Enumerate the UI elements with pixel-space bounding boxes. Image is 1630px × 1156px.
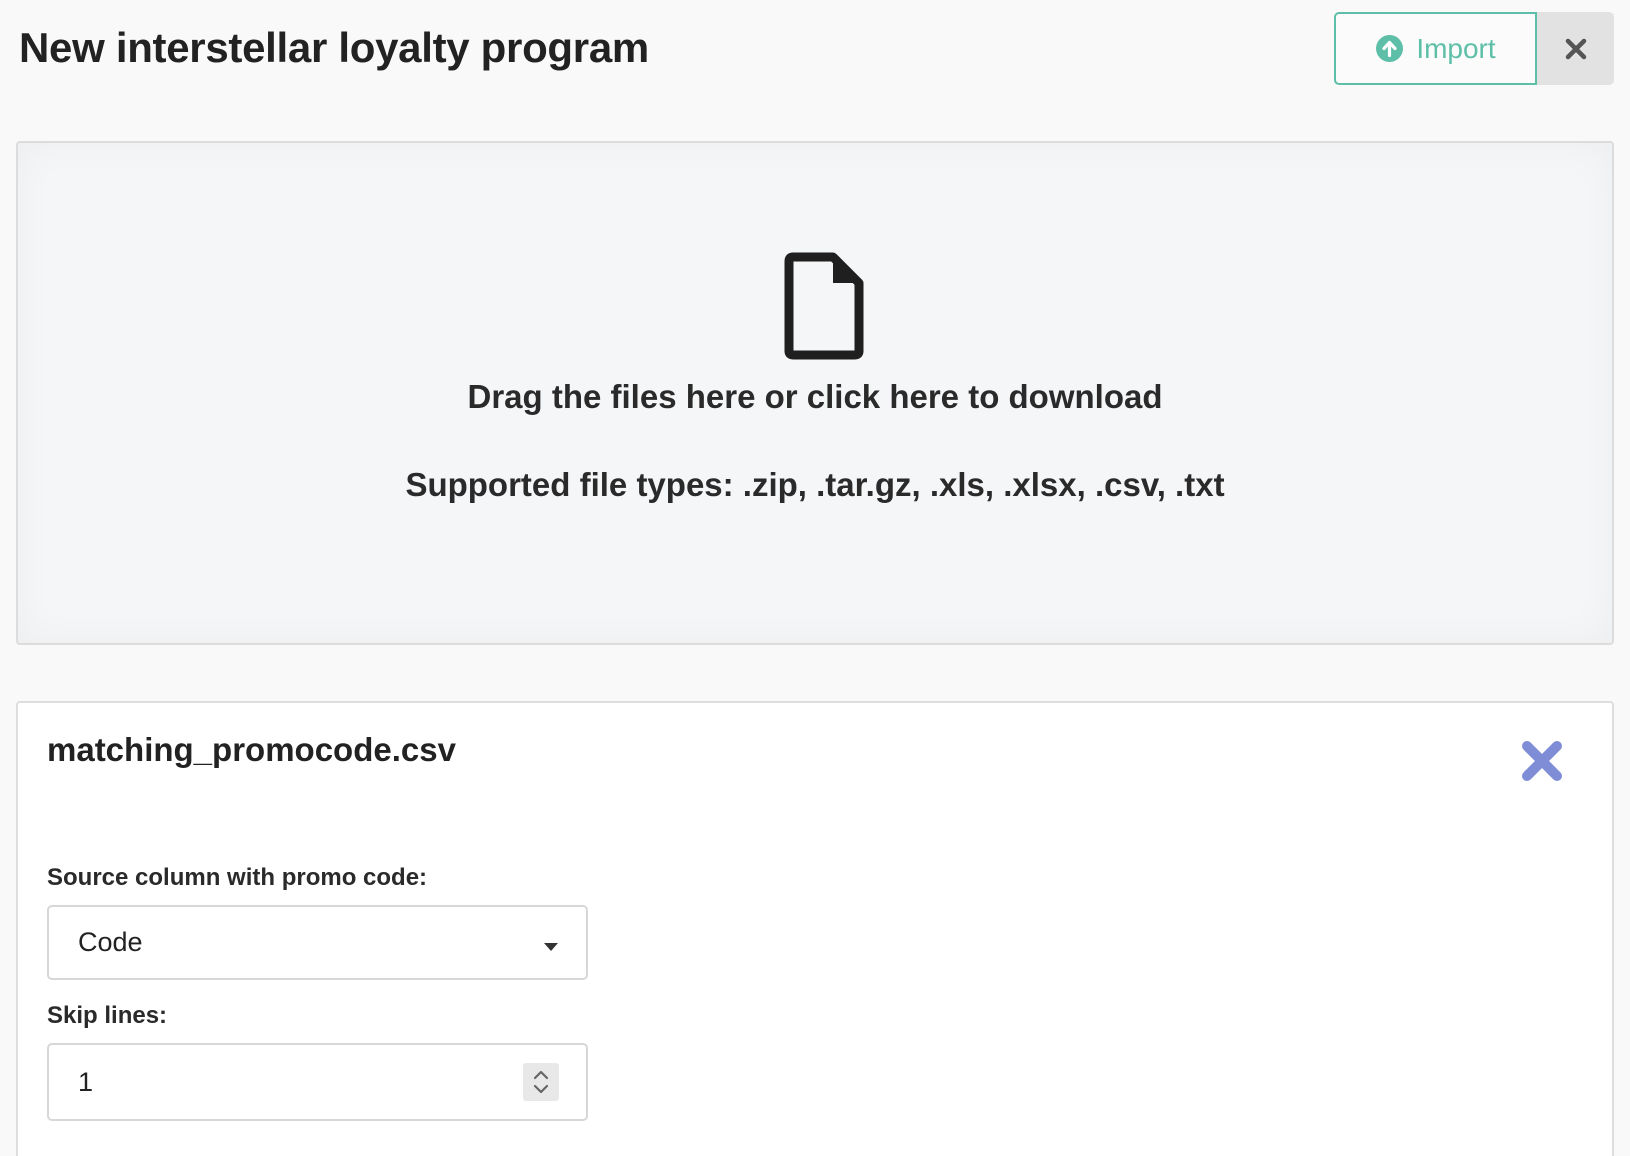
file-name: matching_promocode.csv: [47, 731, 456, 768]
header: New interstellar loyalty program Import: [0, 0, 1630, 120]
number-stepper[interactable]: [523, 1063, 559, 1101]
remove-file-icon: [1518, 741, 1566, 789]
source-column-label: Source column with promo code:: [47, 864, 428, 891]
file-panel: matching_promocode.csv Source column wit…: [16, 701, 1614, 1156]
arrow-up-circle-icon: [1375, 34, 1404, 63]
page: New interstellar loyalty program Import: [0, 0, 1630, 1156]
source-column-value: Code: [78, 927, 143, 957]
dropzone-instruction: Drag the files here or click here to dow…: [467, 378, 1163, 415]
import-label: Import: [1416, 32, 1496, 64]
page-title: New interstellar loyalty program: [19, 24, 649, 71]
import-button[interactable]: Import: [1334, 12, 1537, 85]
file-dropzone[interactable]: Drag the files here or click here to dow…: [16, 141, 1614, 645]
chevron-down-icon: [543, 939, 559, 951]
supported-file-types: Supported file types: .zip, .tar.gz, .xl…: [405, 466, 1225, 503]
file-icon: [775, 249, 875, 361]
remove-file-button[interactable]: [1518, 737, 1566, 785]
skip-lines-input[interactable]: 1: [47, 1043, 588, 1121]
source-column-select[interactable]: Code: [47, 905, 588, 980]
skip-lines-label: Skip lines:: [47, 1002, 168, 1029]
close-icon: [1564, 37, 1588, 61]
close-button[interactable]: [1537, 12, 1614, 85]
skip-lines-value: 1: [78, 1067, 94, 1097]
